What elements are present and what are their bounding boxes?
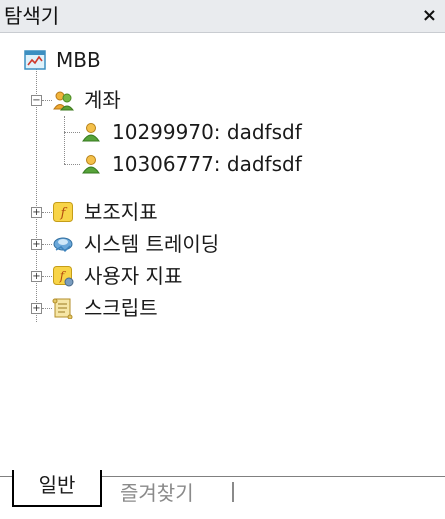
expand-toggle[interactable]: + [31, 303, 42, 314]
tree-item-account-2[interactable]: 10306777: dadfsdf [80, 148, 302, 180]
system-trading-icon [53, 237, 73, 253]
tab-general[interactable]: 일반 [12, 470, 102, 507]
user-icon [82, 155, 100, 174]
custom-indicator-icon: f [53, 266, 74, 287]
expand-toggle[interactable]: + [31, 207, 42, 218]
tree-item-scripts[interactable]: 스크립트 [52, 292, 158, 324]
tree-connector [64, 132, 80, 133]
user-icon [82, 123, 100, 142]
tree-item-account-1[interactable]: 10299970: dadfsdf [80, 116, 302, 148]
navigator-tree: MBB − 계좌 10299970: dadfsdf 10306777: dad… [0, 32, 445, 472]
tree-connector [64, 164, 80, 165]
tree-connector [42, 100, 52, 101]
tree-item-root[interactable]: MBB [24, 44, 101, 76]
script-icon [52, 298, 73, 319]
panel-titlebar: 탐색기 × [0, 0, 445, 33]
tree-item-label: 보조지표 [84, 200, 158, 224]
tree-item-indicators[interactable]: f 보조지표 [52, 196, 158, 228]
tab-favorites[interactable]: 즐겨찾기 [120, 480, 194, 506]
tree-item-label: 10299970: dadfsdf [112, 120, 302, 144]
tree-item-custom-indicators[interactable]: f 사용자 지표 [52, 260, 182, 292]
navigator-panel: 탐색기 × MBB − 계좌 10299970: dadfsdf 1030677… [0, 0, 445, 519]
close-button[interactable]: × [422, 5, 437, 27]
tree-item-account[interactable]: 계좌 [52, 84, 121, 116]
tree-connector [42, 212, 52, 213]
indicator-icon: f [53, 202, 73, 222]
collapse-toggle[interactable]: − [31, 95, 42, 106]
tree-connector [42, 276, 52, 277]
users-icon [53, 91, 74, 111]
tree-connector [64, 116, 65, 164]
tree-connector [42, 244, 52, 245]
tab-separator [232, 482, 234, 502]
panel-title: 탐색기 [4, 4, 60, 28]
tree-item-label: 스크립트 [84, 296, 158, 320]
tree-item-label: 계좌 [84, 88, 121, 112]
tree-item-label: 시스템 트레이딩 [84, 232, 220, 256]
tree-item-label: 사용자 지표 [84, 264, 183, 288]
tree-item-label: 10306777: dadfsdf [112, 152, 302, 176]
tree-item-system-trading[interactable]: 시스템 트레이딩 [52, 228, 219, 260]
tree-connector [42, 308, 52, 309]
chart-window-icon [24, 50, 46, 70]
tree-item-label: MBB [56, 48, 101, 72]
expand-toggle[interactable]: + [31, 271, 42, 282]
expand-toggle[interactable]: + [31, 239, 42, 250]
